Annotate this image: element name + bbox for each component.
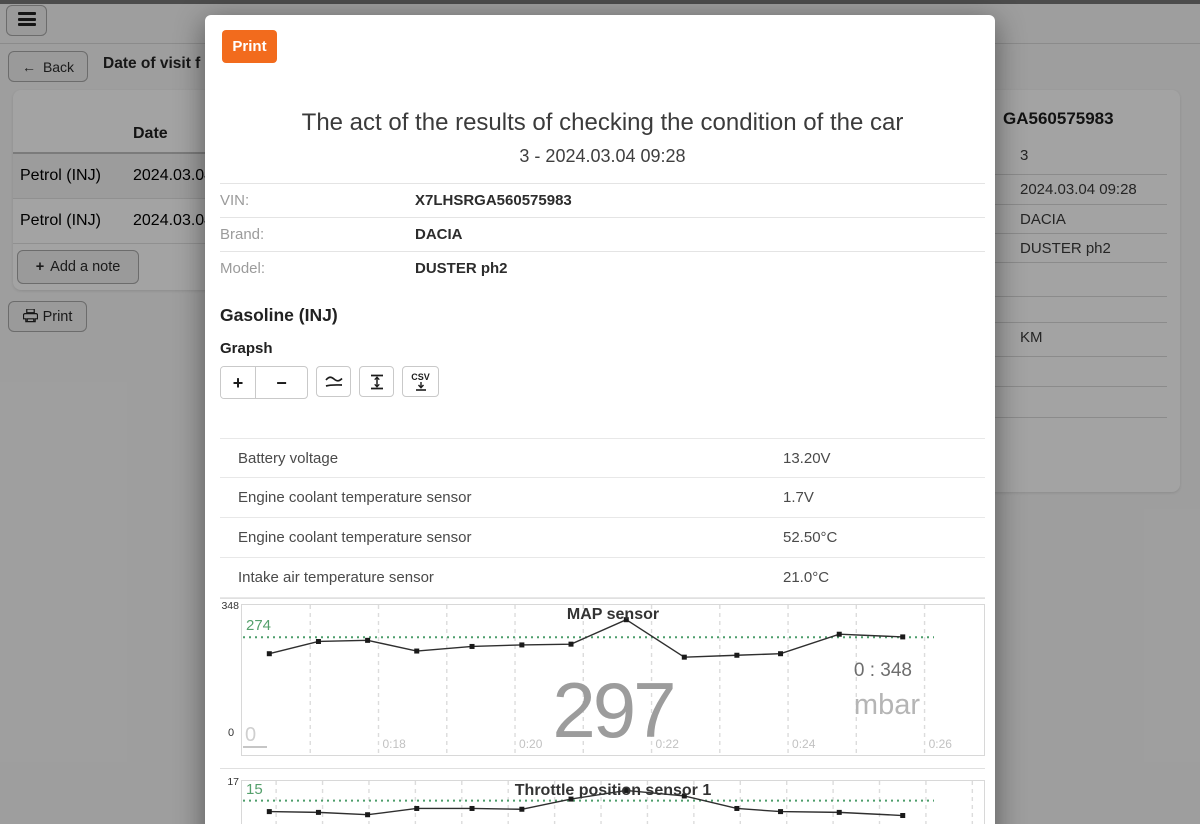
info-label: Model: [220, 260, 415, 277]
y-axis-max-label: 17 [221, 776, 239, 788]
data-point [316, 639, 321, 644]
chart-toolbar: + − CSV [220, 366, 985, 399]
zoom-in-button[interactable]: + [221, 367, 256, 398]
data-point [267, 809, 272, 814]
info-value: DACIA [415, 226, 463, 243]
sensor-value: 21.0°C [783, 569, 829, 586]
modal-subtitle: 3 - 2024.03.04 09:28 [220, 146, 985, 167]
data-line [269, 620, 902, 657]
data-point [568, 642, 573, 647]
sensor-row: Intake air temperature sensor 21.0°C [220, 558, 985, 598]
modal-print-button[interactable]: Print [222, 30, 277, 63]
sensor-value: 13.20V [783, 450, 831, 467]
chart-plot[interactable]: 0:180:200:220:240:26MAP sensor3480274029… [241, 604, 985, 756]
data-point [519, 807, 524, 812]
zoom-out-button[interactable]: − [264, 367, 299, 398]
sensor-label: Engine coolant temperature sensor [238, 529, 471, 546]
data-point [519, 642, 524, 647]
chart-title: MAP sensor [242, 606, 984, 624]
chart-title: Throttle position sensor 1 [242, 782, 984, 800]
sensor-row: Battery voltage 13.20V [220, 438, 985, 478]
y-axis-max-label: 348 [221, 600, 239, 612]
data-point [837, 810, 842, 815]
y-axis-min-label: 0 [228, 727, 234, 739]
modal-title: The act of the results of checking the c… [220, 109, 985, 137]
fit-vertical-icon [370, 374, 384, 390]
download-icon [415, 382, 427, 391]
data-point [734, 806, 739, 811]
vehicle-info-table: VIN:X7LHSRGA560575983Brand:DACIAModel:DU… [220, 183, 985, 285]
chart-block: Throttle position sensor 11715 [220, 768, 985, 824]
csv-export-button[interactable]: CSV [402, 366, 439, 397]
chart-plot[interactable]: Throttle position sensor 11715 [241, 780, 985, 824]
unit-label: mbar [854, 689, 920, 722]
data-point [778, 809, 783, 814]
range-label: 0 : 348 [854, 660, 912, 682]
sensor-value: 52.50°C [783, 529, 837, 546]
info-value: DUSTER ph2 [415, 260, 508, 277]
charts-container: 0:180:200:220:240:26MAP sensor3480274029… [220, 598, 985, 824]
sensor-label: Battery voltage [238, 450, 338, 467]
chart-block: 0:180:200:220:240:26MAP sensor3480274029… [220, 598, 985, 768]
data-point [414, 806, 419, 811]
sensor-row: Engine coolant temperature sensor 1.7V [220, 478, 985, 518]
report-modal: Print The act of the results of checking… [205, 15, 995, 824]
data-point [470, 644, 475, 649]
info-row: VIN:X7LHSRGA560575983 [220, 183, 985, 217]
smooth-lines-button[interactable] [316, 366, 351, 397]
min-marker-label: 0 [245, 724, 256, 747]
sensor-row: Engine coolant temperature sensor 52.50°C [220, 518, 985, 558]
data-point [900, 813, 905, 818]
sensor-label: Engine coolant temperature sensor [238, 489, 471, 506]
sensor-label: Intake air temperature sensor [238, 569, 434, 586]
info-label: VIN: [220, 192, 415, 209]
data-point [470, 806, 475, 811]
min-marker-underline [243, 746, 267, 748]
data-point [414, 649, 419, 654]
data-point [778, 651, 783, 656]
info-row: Model:DUSTER ph2 [220, 251, 985, 285]
sensor-value: 1.7V [783, 489, 814, 506]
data-point [365, 638, 370, 643]
zoom-button-group: + − [220, 366, 308, 399]
data-point [267, 651, 272, 656]
plus-icon: + [233, 374, 244, 392]
info-row: Brand:DACIA [220, 217, 985, 251]
data-point [837, 632, 842, 637]
fit-vertical-button[interactable] [359, 366, 394, 397]
csv-label: CSV [411, 373, 430, 382]
sensor-table: Battery voltage 13.20V Engine coolant temp… [220, 438, 985, 598]
info-label: Brand: [220, 226, 415, 243]
info-value: X7LHSRGA560575983 [415, 192, 572, 209]
graphs-heading: Grapsh [220, 340, 985, 357]
fuel-section-heading: Gasoline (INJ) [220, 305, 985, 326]
minus-icon: − [276, 374, 287, 392]
data-point [734, 653, 739, 658]
data-point [682, 655, 687, 660]
data-point [316, 810, 321, 815]
data-point [365, 812, 370, 817]
wave-icon [325, 375, 343, 389]
data-point [900, 634, 905, 639]
